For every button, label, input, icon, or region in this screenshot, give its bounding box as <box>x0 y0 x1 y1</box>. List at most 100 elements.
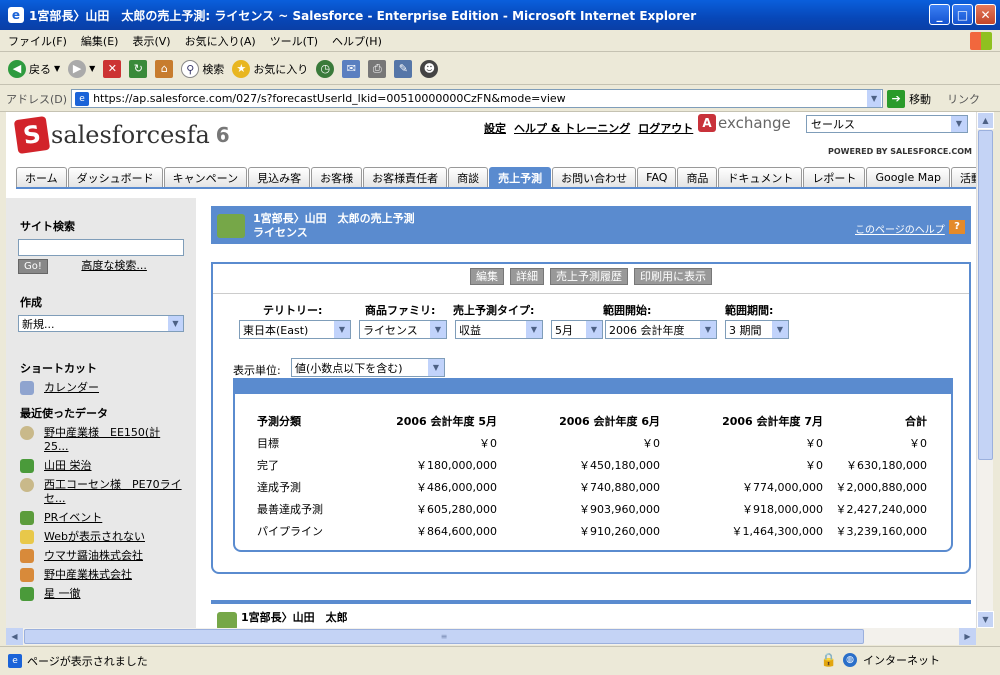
favorites-button[interactable]: ★ お気に入り <box>232 59 308 78</box>
scroll-up-icon[interactable]: ▲ <box>977 112 994 129</box>
recent-item[interactable]: 西工コーセン様 PE70ライセ... <box>20 478 196 506</box>
menu-favorites[interactable]: お気に入り(A) <box>185 33 256 49</box>
recent-item[interactable]: Webが表示されない <box>20 530 196 544</box>
back-button[interactable]: ◀ 戻る ▼ <box>8 59 60 78</box>
forecast-table: 予測分類 2006 会計年度 5月 2006 会計年度 6月 2006 会計年度… <box>257 410 927 542</box>
tab-leads[interactable]: 見込み客 <box>248 167 311 187</box>
hscroll-thumb[interactable]: ≡ <box>24 629 864 644</box>
recent-item-label[interactable]: 野中産業様 EE150(計25... <box>44 426 184 454</box>
star-icon: ★ <box>232 59 251 78</box>
refresh-icon[interactable]: ↻ <box>129 59 148 78</box>
type-select[interactable]: 収益 ▼ <box>455 320 543 339</box>
browser-toolbar: ◀ 戻る ▼ ▶ ▼ ✕ ↻ ⌂ ⚲ 検索 ★ お気に入り ◷ ✉ ⎙ ✎ ☻ <box>0 53 1000 85</box>
chevron-down-icon: ▼ <box>430 321 446 338</box>
detail-button[interactable]: 詳細 <box>510 268 544 285</box>
unit-select[interactable]: 値(小数点以下を含む) ▼ <box>291 358 445 377</box>
page-help-link[interactable]: このページのヘルプ <box>855 221 945 236</box>
create-new-select[interactable]: 新規... ▼ <box>18 315 184 332</box>
sidebar-search-input[interactable] <box>18 239 184 256</box>
territory-select[interactable]: 東日本(East) ▼ <box>239 320 351 339</box>
close-button[interactable]: ✕ <box>975 4 996 25</box>
stop-icon[interactable]: ✕ <box>103 59 122 78</box>
tab-documents[interactable]: ドキュメント <box>718 167 803 187</box>
menu-file[interactable]: ファイル(F) <box>8 33 67 49</box>
family-select[interactable]: ライセンス ▼ <box>359 320 447 339</box>
maximize-button[interactable]: □ <box>952 4 973 25</box>
help-training-link[interactable]: ヘルプ & トレーニング <box>514 120 630 136</box>
logout-link[interactable]: ログアウト <box>638 120 693 136</box>
mail-icon[interactable]: ✉ <box>342 59 361 78</box>
menu-tools[interactable]: ツール(T) <box>270 33 318 49</box>
history-icon[interactable]: ◷ <box>316 59 335 78</box>
tab-accounts[interactable]: お客様 <box>311 167 363 187</box>
recent-item[interactable]: 野中産業株式会社 <box>20 568 196 582</box>
address-dropdown-icon[interactable]: ▼ <box>867 90 882 107</box>
forecast-header: 1宮部長〉山田 太郎の売上予測 ライセンス このページのヘルプ ? <box>211 206 971 244</box>
recent-item-label[interactable]: PRイベント <box>44 511 184 525</box>
print-icon[interactable]: ⎙ <box>368 59 387 78</box>
tab-faq[interactable]: FAQ <box>637 167 677 187</box>
recent-item-label[interactable]: 西工コーセン様 PE70ライセ... <box>44 478 184 506</box>
search-button[interactable]: ⚲ 検索 <box>181 59 224 78</box>
horizontal-scrollbar[interactable]: ◀ ≡ ▶ <box>6 628 976 645</box>
recent-item[interactable]: 星 一徹 <box>20 587 196 601</box>
forward-button[interactable]: ▶ ▼ <box>68 59 95 78</box>
scroll-right-icon[interactable]: ▶ <box>959 628 976 645</box>
links-label[interactable]: リンク <box>947 91 980 107</box>
printable-view-button[interactable]: 印刷用に表示 <box>634 268 712 285</box>
go-button[interactable]: ➔ 移動 <box>887 89 931 108</box>
tab-cases[interactable]: お問い合わせ <box>552 167 637 187</box>
edit-button[interactable]: 編集 <box>470 268 504 285</box>
recent-item-label[interactable]: Webが表示されない <box>44 530 184 544</box>
search-go-button[interactable]: Go! <box>18 259 48 274</box>
messenger-icon[interactable]: ☻ <box>420 59 439 78</box>
status-text: ページが表示されました <box>27 655 148 668</box>
recent-item[interactable]: PRイベント <box>20 511 196 525</box>
calendar-shortcut[interactable]: カレンダー <box>20 381 196 395</box>
scroll-left-icon[interactable]: ◀ <box>6 628 23 645</box>
menu-view[interactable]: 表示(V) <box>132 33 170 49</box>
tab-google-map[interactable]: Google Map <box>866 167 950 187</box>
scroll-thumb[interactable] <box>978 130 993 460</box>
recent-item[interactable]: 野中産業様 EE150(計25... <box>20 426 196 454</box>
address-input[interactable]: e https://ap.salesforce.com/027/s?foreca… <box>71 89 884 108</box>
tab-products[interactable]: 商品 <box>677 167 718 187</box>
vertical-scrollbar[interactable]: ▲ ▼ <box>976 112 994 628</box>
advanced-search-link[interactable]: 高度な検索... <box>81 259 147 272</box>
menu-edit[interactable]: 編集(E) <box>81 33 119 49</box>
logo-s-icon: S <box>13 115 51 155</box>
tab-dashboard[interactable]: ダッシュボード <box>67 167 163 187</box>
start-year-select[interactable]: 2006 会計年度 ▼ <box>605 320 717 339</box>
app-select[interactable]: セールス ▼ <box>806 115 968 133</box>
tab-forecasts[interactable]: 売上予測 <box>489 167 552 187</box>
period-select[interactable]: 3 期間 ▼ <box>725 320 789 339</box>
recent-item-label[interactable]: ウマサ醤油株式会社 <box>44 549 184 563</box>
tab-home[interactable]: ホーム <box>16 167 67 187</box>
table-cell: ￥605,280,000 <box>416 503 497 516</box>
home-icon[interactable]: ⌂ <box>155 59 174 78</box>
recent-item[interactable]: ウマサ醤油株式会社 <box>20 549 196 563</box>
table-cell: ￥918,000,000 <box>742 503 823 516</box>
recent-item-label[interactable]: 星 一徹 <box>44 587 184 601</box>
territory-label: テリトリー: <box>263 304 323 317</box>
calendar-link[interactable]: カレンダー <box>44 381 184 395</box>
forecast-history-button[interactable]: 売上予測履歴 <box>550 268 628 285</box>
tab-activities[interactable]: 活動予定/実 <box>950 167 976 187</box>
menu-help[interactable]: ヘルプ(H) <box>332 33 382 49</box>
table-header-band <box>235 378 951 398</box>
setup-link[interactable]: 設定 <box>484 120 506 136</box>
minimize-button[interactable]: _ <box>929 4 950 25</box>
tab-opportunities[interactable]: 商談 <box>448 167 489 187</box>
recent-item-label[interactable]: 山田 栄治 <box>44 459 184 473</box>
edit-icon[interactable]: ✎ <box>394 59 413 78</box>
help-icon[interactable]: ? <box>949 220 965 234</box>
appexchange-logo[interactable]: A exchange <box>698 114 791 132</box>
tab-campaign[interactable]: キャンペーン <box>163 167 248 187</box>
table-cell: ￥630,180,000 <box>846 459 927 472</box>
scroll-down-icon[interactable]: ▼ <box>977 611 994 628</box>
start-month-select[interactable]: 5月 ▼ <box>551 320 603 339</box>
tab-reports[interactable]: レポート <box>803 167 866 187</box>
recent-item-label[interactable]: 野中産業株式会社 <box>44 568 184 582</box>
recent-item[interactable]: 山田 栄治 <box>20 459 196 473</box>
tab-contacts[interactable]: お客様責任者 <box>363 167 448 187</box>
